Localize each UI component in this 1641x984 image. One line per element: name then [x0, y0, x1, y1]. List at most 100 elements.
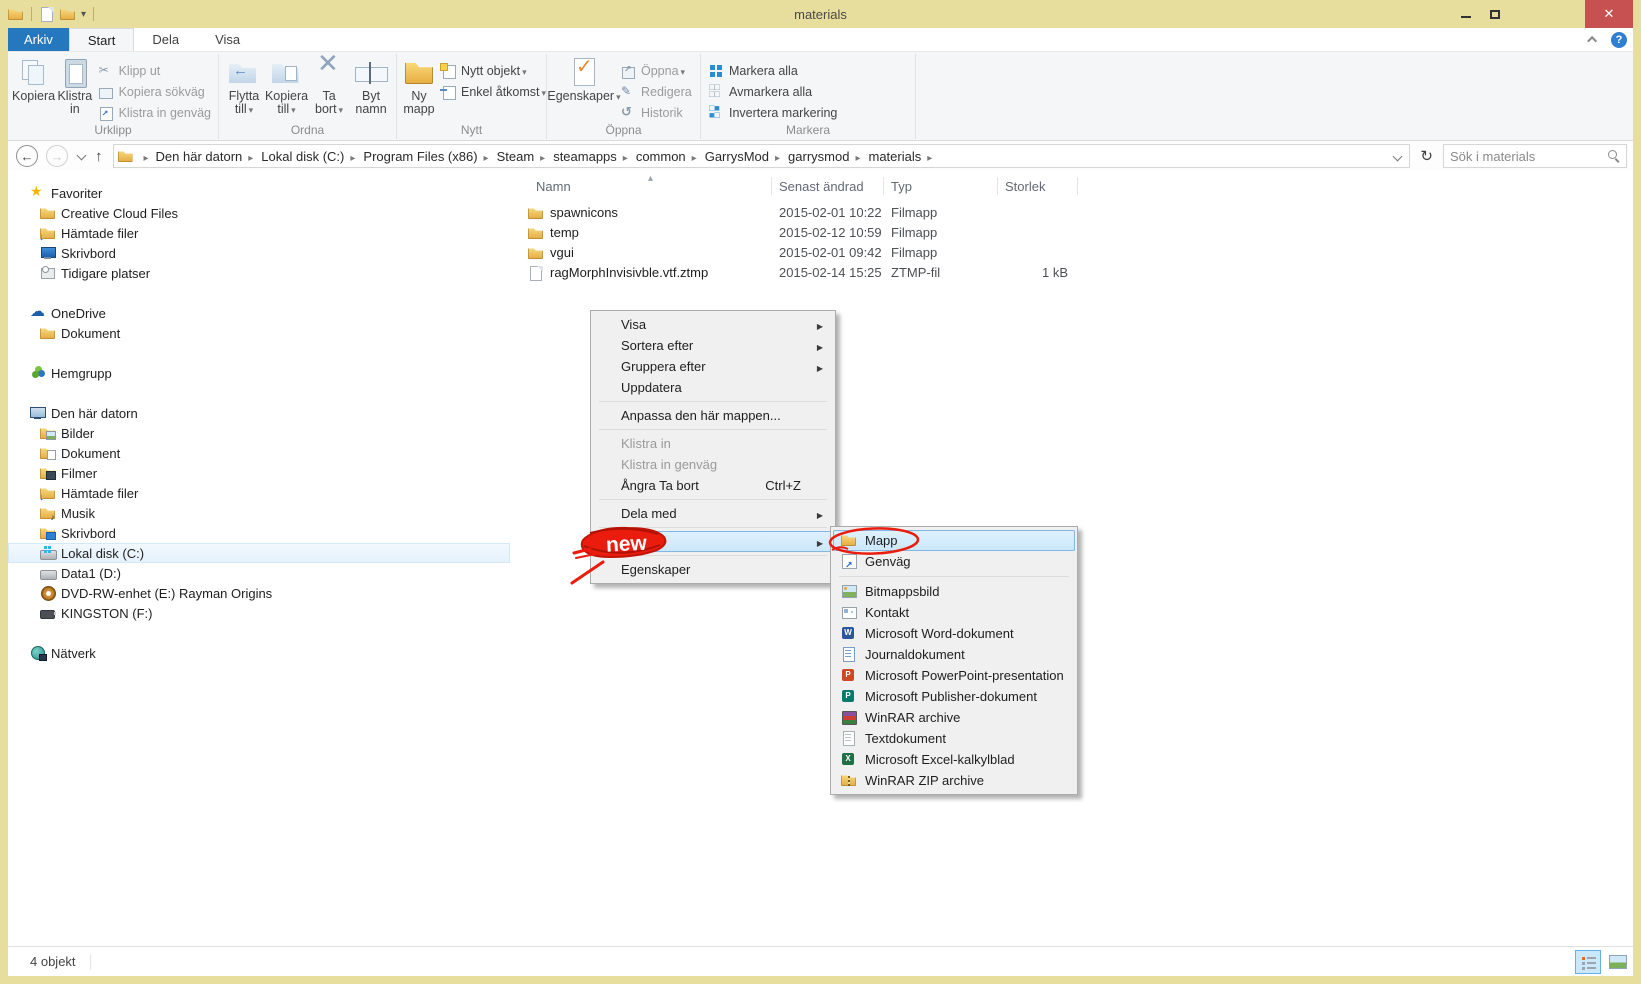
- qa-new-folder-icon[interactable]: [60, 6, 76, 22]
- file-row[interactable]: spawnicons 2015-02-01 10:22 Filmapp: [510, 203, 1633, 223]
- maximize-button[interactable]: [1480, 0, 1509, 28]
- sidebar-item[interactable]: Nätverk: [8, 643, 510, 663]
- thumbnails-view-button[interactable]: [1605, 950, 1631, 974]
- cut-button[interactable]: Klipp ut: [95, 60, 214, 81]
- file-row[interactable]: vgui 2015-02-01 09:42 Filmapp: [510, 243, 1633, 263]
- sidebar-item[interactable]: Tidigare platser: [8, 263, 510, 283]
- breadcrumb-item[interactable]: steamapps: [552, 149, 635, 164]
- qa-properties-icon[interactable]: [39, 6, 55, 22]
- sidebar-item[interactable]: Bilder: [8, 423, 510, 443]
- sidebar-item[interactable]: Musik: [8, 503, 510, 523]
- minimize-button[interactable]: [1451, 0, 1480, 28]
- help-icon[interactable]: ?: [1611, 31, 1627, 48]
- breadcrumb[interactable]: Den här datorn Lokal disk (C:) Program F…: [112, 144, 1411, 168]
- properties-button[interactable]: Egenskaper: [547, 56, 617, 104]
- sidebar-item[interactable]: Creative Cloud Files: [8, 203, 510, 223]
- history-button[interactable]: Historik: [617, 102, 695, 123]
- context-menu-item[interactable]: Visa: [593, 314, 833, 335]
- column-divider[interactable]: [997, 177, 998, 195]
- edit-button[interactable]: Redigera: [617, 81, 695, 102]
- context-menu-item[interactable]: Uppdatera: [593, 377, 833, 398]
- context-menu-item[interactable]: Dela med: [593, 503, 833, 524]
- sidebar-item[interactable]: Skrivbord: [8, 523, 510, 543]
- address-dropdown-icon[interactable]: [1392, 151, 1403, 161]
- sidebar-item[interactable]: Hämtade filer: [8, 483, 510, 504]
- up-button[interactable]: ↑: [95, 148, 103, 165]
- submenu-item[interactable]: Mapp: [833, 530, 1075, 551]
- sidebar-item[interactable]: Data1 (D:): [8, 563, 510, 583]
- sidebar-item[interactable]: Favoriter: [8, 183, 510, 203]
- paste-button[interactable]: Klistra in: [55, 56, 94, 116]
- tab-start[interactable]: Start: [68, 28, 135, 51]
- tab-visa[interactable]: Visa: [197, 28, 258, 51]
- sidebar-item[interactable]: Dokument: [8, 323, 510, 343]
- breadcrumb-item[interactable]: Den här datorn: [155, 149, 261, 164]
- recent-locations-icon[interactable]: [76, 150, 87, 160]
- sidebar-item[interactable]: Hämtade filer: [8, 223, 510, 244]
- tab-dela[interactable]: Dela: [134, 28, 197, 51]
- breadcrumb-item[interactable]: Lokal disk (C:): [260, 149, 362, 164]
- context-menu-item[interactable]: Gruppera efter: [593, 356, 833, 377]
- move-to-button[interactable]: Flytta till: [223, 56, 265, 117]
- copy-button[interactable]: Kopiera: [12, 56, 55, 103]
- copy-to-button[interactable]: Kopiera till: [265, 56, 308, 117]
- context-menu-item[interactable]: Egenskaper: [593, 559, 833, 580]
- open-button[interactable]: Öppna: [617, 60, 695, 81]
- details-view-button[interactable]: [1575, 949, 1601, 974]
- submenu-item[interactable]: WinRAR ZIP archive: [833, 770, 1075, 791]
- column-header-name[interactable]: Namn: [536, 179, 571, 194]
- close-button[interactable]: ✕: [1585, 0, 1633, 28]
- new-item-button[interactable]: Nytt objekt: [437, 60, 549, 81]
- delete-button[interactable]: Ta bort: [308, 56, 350, 117]
- submenu-item[interactable]: Microsoft Publisher-dokument: [833, 686, 1075, 707]
- submenu-item[interactable]: WinRAR archive: [833, 707, 1075, 728]
- column-divider[interactable]: [1077, 177, 1078, 195]
- qa-customize-caret-icon[interactable]: ▾: [81, 9, 86, 20]
- context-menu-item[interactable]: Sortera efter: [593, 335, 833, 356]
- column-divider[interactable]: [883, 177, 884, 195]
- copy-path-button[interactable]: Kopiera sökväg: [95, 81, 214, 102]
- sidebar-item[interactable]: Skrivbord: [8, 243, 510, 263]
- column-header-date[interactable]: Senast ändrad: [779, 179, 864, 194]
- sidebar-item[interactable]: KINGSTON (F:): [8, 603, 510, 623]
- search-icon[interactable]: [1608, 150, 1620, 162]
- select-none-button[interactable]: Avmarkera alla: [705, 81, 840, 102]
- breadcrumb-item[interactable]: common: [635, 149, 704, 164]
- submenu-item[interactable]: Textdokument: [833, 728, 1075, 749]
- file-row[interactable]: ragMorphInvisivble.vtf.ztmp 2015-02-14 1…: [510, 263, 1633, 283]
- submenu-item[interactable]: Genväg: [833, 551, 1075, 576]
- refresh-icon[interactable]: ↻: [1420, 147, 1433, 165]
- sidebar-item[interactable]: Hemgrupp: [8, 363, 510, 383]
- tab-arkiv[interactable]: Arkiv: [8, 28, 69, 51]
- rename-button[interactable]: Byt namn: [350, 56, 392, 116]
- invert-selection-button[interactable]: Invertera markering: [705, 102, 840, 123]
- back-button[interactable]: ←: [16, 145, 38, 167]
- submenu-item[interactable]: Microsoft PowerPoint-presentation: [833, 665, 1075, 686]
- sidebar-item[interactable]: Lokal disk (C:): [8, 543, 510, 563]
- easy-access-button[interactable]: Enkel åtkomst: [437, 81, 549, 102]
- submenu-item[interactable]: Microsoft Excel-kalkylblad: [833, 749, 1075, 770]
- context-menu-item[interactable]: Anpassa den här mappen...: [593, 405, 833, 426]
- context-menu-item[interactable]: Klistra in: [593, 433, 833, 454]
- breadcrumb-item[interactable]: garrysmod: [787, 149, 867, 164]
- column-divider[interactable]: [771, 177, 772, 195]
- context-menu-item[interactable]: Ångra Ta bort Ctrl+Z: [593, 475, 833, 496]
- minimize-ribbon-icon[interactable]: [1587, 35, 1598, 46]
- submenu-item[interactable]: Bitmappsbild: [833, 581, 1075, 602]
- file-row[interactable]: temp 2015-02-12 10:59 Filmapp: [510, 223, 1633, 243]
- sidebar-item[interactable]: DVD-RW-enhet (E:) Rayman Origins: [8, 583, 510, 603]
- paste-shortcut-button[interactable]: Klistra in genväg: [95, 102, 214, 123]
- submenu-item[interactable]: Journaldokument: [833, 644, 1075, 665]
- column-header-type[interactable]: Typ: [891, 179, 912, 194]
- sidebar-item[interactable]: Dokument: [8, 443, 510, 463]
- new-folder-button[interactable]: Ny mapp: [401, 56, 437, 116]
- context-menu-item[interactable]: [593, 531, 833, 552]
- breadcrumb-item[interactable]: Steam: [496, 149, 553, 164]
- submenu-item[interactable]: Kontakt: [833, 602, 1075, 623]
- sidebar-item[interactable]: Den här datorn: [8, 403, 510, 423]
- sidebar-item[interactable]: Filmer: [8, 463, 510, 483]
- search-input[interactable]: [1450, 146, 1608, 166]
- select-all-button[interactable]: Markera alla: [705, 60, 840, 81]
- breadcrumb-item[interactable]: Program Files (x86): [362, 149, 495, 164]
- submenu-item[interactable]: Microsoft Word-dokument: [833, 623, 1075, 644]
